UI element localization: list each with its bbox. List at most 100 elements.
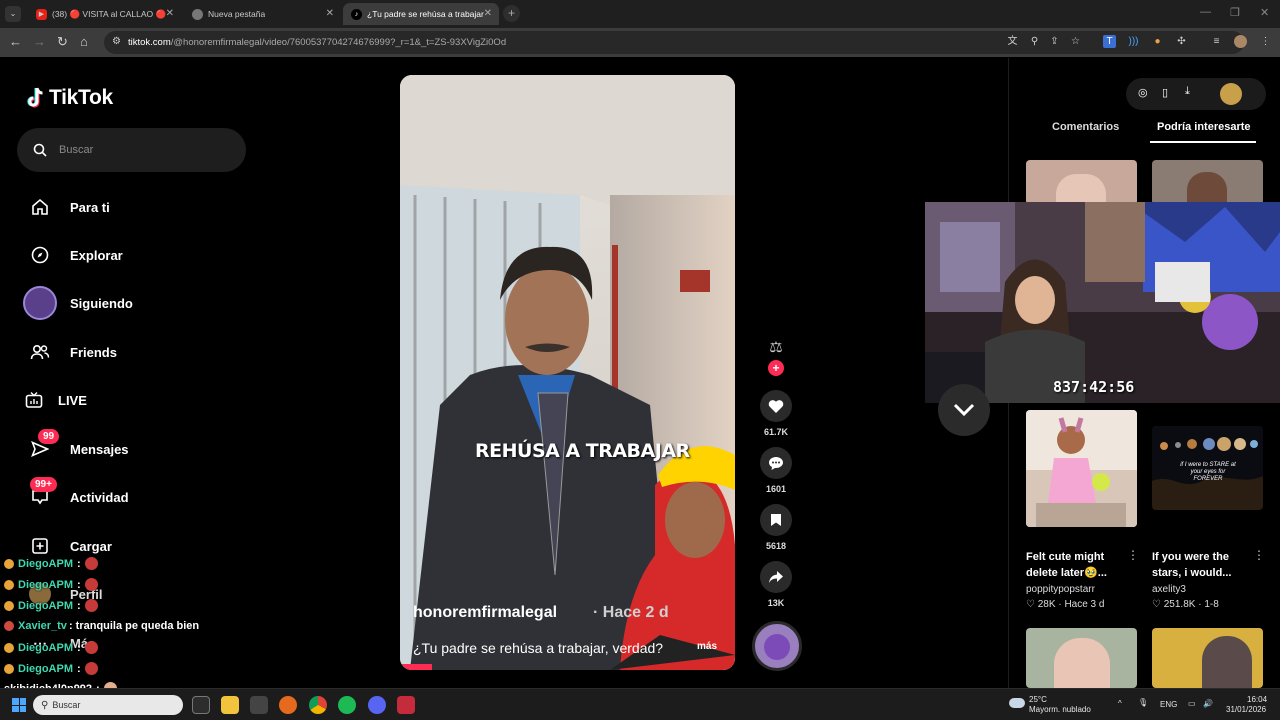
app-icon[interactable] — [279, 696, 297, 714]
app-icon[interactable] — [250, 696, 268, 714]
chat-message: DiegoAPM: — [4, 578, 98, 591]
zoom-icon[interactable]: ⚲ — [1028, 35, 1041, 48]
music-disc-avatar[interactable] — [752, 621, 802, 671]
video-thumbnail[interactable]: if I were to STARE at your eyes for FORE… — [1152, 426, 1263, 510]
mobile-icon[interactable]: ▯ — [1162, 86, 1168, 99]
nav-explorar[interactable]: Explorar — [22, 238, 123, 272]
follow-plus-icon[interactable]: + — [768, 360, 784, 376]
nav-siguiendo[interactable]: Siguiendo — [22, 286, 133, 320]
nav-para-ti[interactable]: Para ti — [22, 190, 110, 224]
video-player[interactable] — [400, 75, 735, 670]
like-button[interactable]: 61.7K — [758, 390, 794, 437]
translate-icon[interactable]: 文 — [1006, 35, 1019, 48]
home-icon — [22, 198, 58, 216]
install-icon[interactable]: ⇪ — [1048, 35, 1061, 48]
video-options-icon[interactable]: ⋮ — [1127, 548, 1139, 562]
clock-date[interactable]: 31/01/2026 — [1226, 705, 1266, 714]
profile-avatar-icon[interactable] — [1234, 35, 1247, 48]
close-window-icon[interactable]: ✕ — [1260, 6, 1269, 19]
explore-compass-icon[interactable]: ◎ — [1138, 86, 1148, 99]
thumbnail-image — [1026, 410, 1137, 527]
tiktok-note-icon — [27, 87, 43, 108]
creator-avatar: ⚖ — [762, 334, 790, 362]
start-button[interactable] — [12, 698, 26, 712]
media-controls-icon[interactable]: ≡ — [1210, 35, 1223, 48]
extension-icon[interactable]: ● — [1151, 35, 1164, 48]
emote-icon — [84, 557, 98, 570]
spotify-icon[interactable] — [338, 696, 356, 714]
nav-friends[interactable]: Friends — [22, 335, 117, 369]
back-icon[interactable]: ← — [9, 35, 22, 49]
maximize-icon[interactable]: ❐ — [1230, 6, 1240, 19]
comment-button[interactable]: 1601 — [758, 447, 794, 494]
microphone-icon[interactable]: 🎙 — [1138, 698, 1148, 707]
language-indicator[interactable]: ENG — [1160, 700, 1177, 709]
bookmark-star-icon[interactable]: ☆ — [1069, 35, 1082, 48]
video-stats: ♡ 28K · Hace 3 d — [1026, 599, 1105, 610]
tab-tiktok-video[interactable]: ♪ ¿Tu padre se rehúsa a trabajar ✕ — [343, 3, 499, 25]
video-thumbnail[interactable] — [1152, 628, 1263, 688]
volume-icon[interactable]: 🔊 — [1203, 699, 1213, 708]
video-author[interactable]: axelity3 — [1152, 584, 1186, 595]
nav-actividad[interactable]: 99+ Actividad — [22, 477, 129, 514]
network-icon[interactable]: ▭ — [1188, 699, 1196, 708]
thumbnail-overlay-text: if I were to STARE at your eyes for FORE… — [1180, 462, 1236, 482]
emote-icon — [84, 578, 98, 591]
close-tab-icon[interactable]: ✕ — [166, 8, 174, 19]
task-view-icon[interactable] — [192, 696, 210, 714]
video-author[interactable]: poppitypopstarr — [1026, 584, 1095, 595]
reload-icon[interactable]: ↻ — [57, 35, 68, 49]
tab-new-tab[interactable]: Nueva pestaña ✕ — [184, 3, 341, 25]
thumbnail-image — [1056, 174, 1106, 205]
thumbnail-image — [1187, 172, 1227, 205]
messages-badge: 99 — [38, 429, 60, 444]
video-thumbnail[interactable] — [1026, 160, 1137, 205]
save-button[interactable]: 5618 — [758, 504, 794, 551]
tray-chevron-icon[interactable]: ^ — [1118, 699, 1122, 708]
url-path: /@honoremfirmalegal/video/76005377042746… — [170, 37, 507, 48]
close-tab-icon[interactable]: ✕ — [484, 8, 492, 19]
tiktok-logo[interactable]: TikTok — [26, 86, 113, 110]
site-info-icon[interactable]: ⚙ — [112, 36, 121, 47]
minimize-icon[interactable]: — — [1200, 6, 1211, 18]
video-title[interactable]: Felt cute might delete later🥹... — [1026, 549, 1126, 581]
discord-icon[interactable] — [368, 696, 386, 714]
nav-live[interactable]: LIVE — [22, 383, 87, 417]
next-video-button[interactable] — [938, 384, 990, 436]
video-options-icon[interactable]: ⋮ — [1253, 548, 1265, 562]
creator-avatar-button[interactable]: ⚖ + — [758, 334, 794, 376]
chat-badge-icon — [4, 663, 14, 674]
chrome-icon[interactable] — [309, 696, 327, 714]
extensions-puzzle-icon[interactable]: ✣ — [1175, 35, 1188, 48]
video-title[interactable]: If you were the stars, i would... — [1152, 549, 1252, 581]
video-thumbnail[interactable] — [1026, 628, 1137, 688]
send-icon: 99 — [22, 429, 60, 458]
friends-icon — [22, 343, 58, 361]
forward-icon[interactable]: → — [33, 35, 46, 49]
tab-youtube[interactable]: ▶ (38) 🔴 VISITA al CALLAO 🔴 ✕ — [28, 3, 181, 25]
share-button[interactable]: 13K — [758, 561, 794, 608]
taskbar-search[interactable]: ⚲ Buscar — [33, 695, 183, 715]
nav-mensajes[interactable]: 99 Mensajes — [22, 429, 129, 466]
home-button-icon[interactable]: ⌂ — [80, 35, 88, 49]
clock-time[interactable]: 16:04 — [1247, 695, 1267, 704]
video-author-link[interactable]: honoremfirmalegal — [413, 604, 557, 622]
video-thumbnail[interactable] — [1152, 160, 1263, 205]
new-tab-button[interactable]: + — [503, 5, 520, 22]
menu-kebab-icon[interactable]: ⋮ — [1259, 35, 1272, 48]
emote-icon — [84, 641, 98, 654]
tab-search-button[interactable]: ⌄ — [5, 6, 21, 22]
description-more-link[interactable]: más — [697, 641, 717, 652]
audio-extension-icon[interactable]: ))) — [1127, 35, 1140, 48]
tab-podria-interesarte[interactable]: Podría interesarte — [1157, 121, 1251, 133]
file-explorer-icon[interactable] — [221, 696, 239, 714]
extension-icon[interactable]: T — [1103, 35, 1116, 48]
download-icon[interactable]: ⤓ — [1185, 85, 1190, 98]
tiktok-icon: ♪ — [351, 8, 362, 20]
close-tab-icon[interactable]: ✕ — [326, 8, 334, 19]
app-icon[interactable] — [397, 696, 415, 714]
tab-comentarios[interactable]: Comentarios — [1052, 121, 1119, 133]
video-thumbnail[interactable] — [1026, 410, 1137, 527]
search-input[interactable]: Buscar — [17, 128, 246, 172]
user-avatar[interactable] — [1220, 83, 1242, 105]
